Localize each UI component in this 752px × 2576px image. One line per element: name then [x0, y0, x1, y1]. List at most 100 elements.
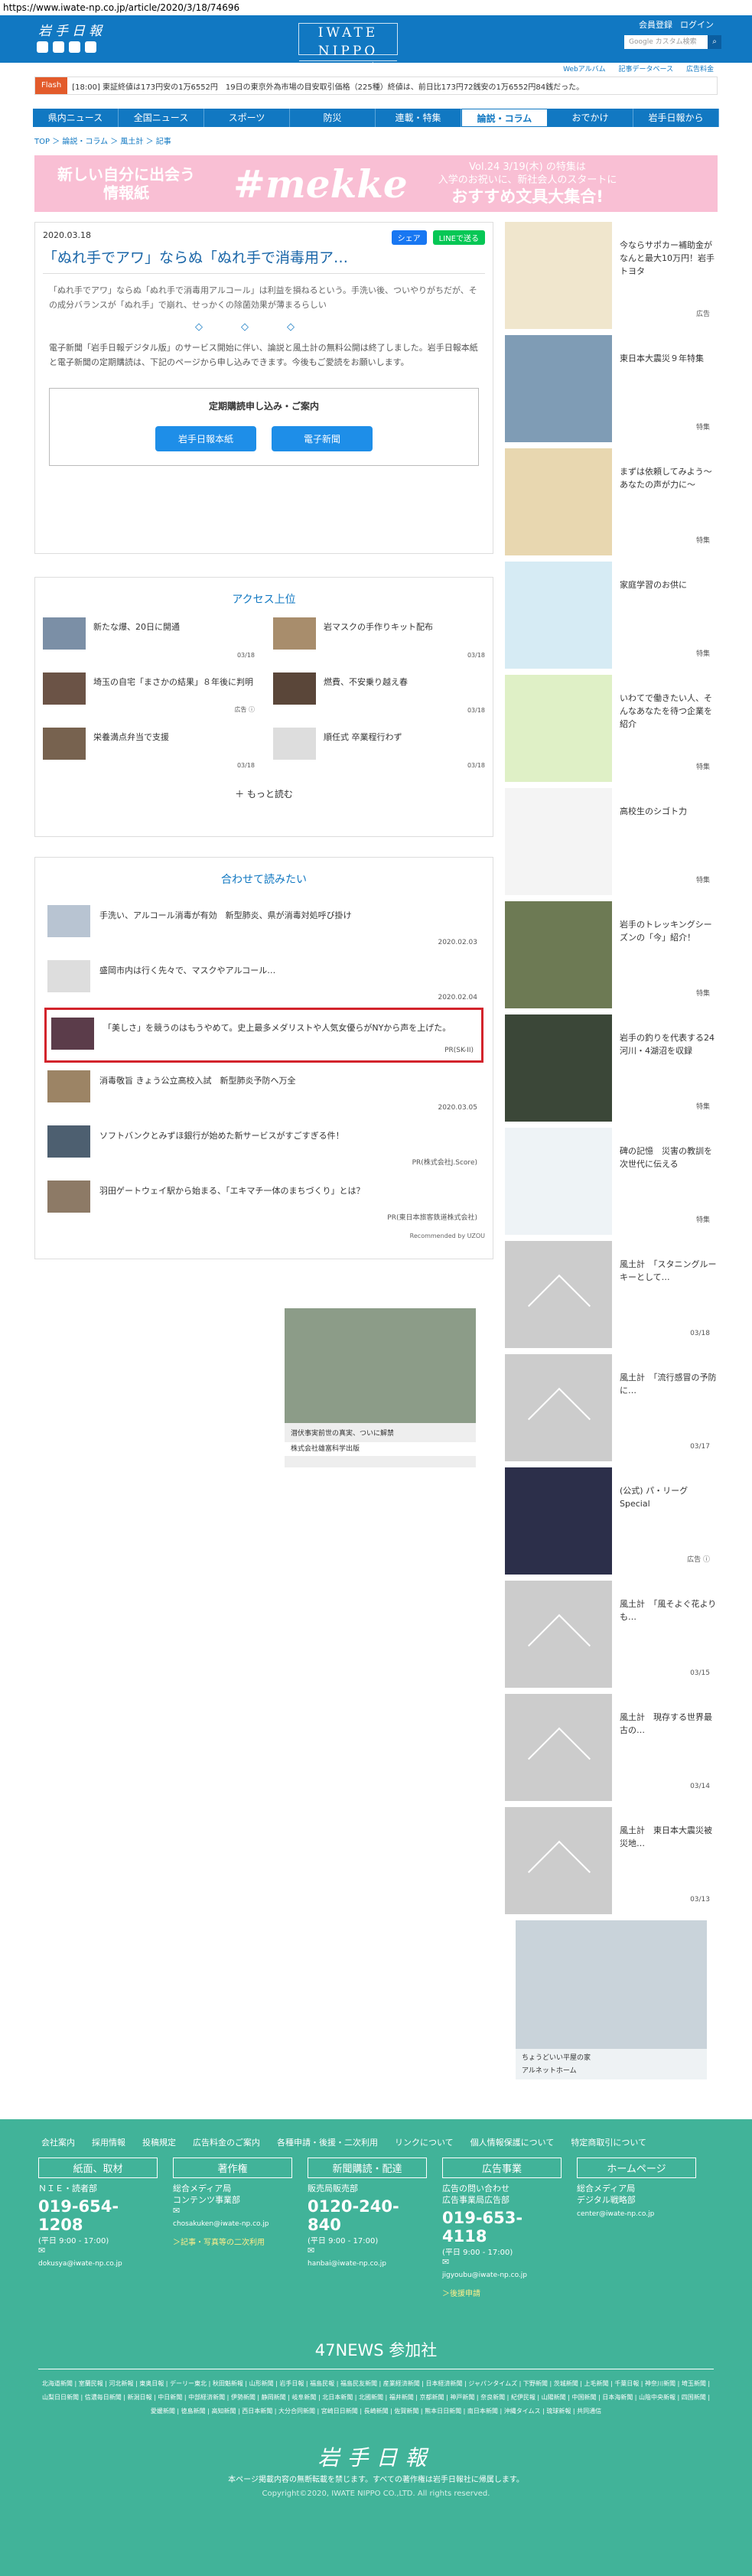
register-link[interactable]: 会員登録	[639, 18, 672, 31]
login-link[interactable]: ログイン	[680, 18, 714, 31]
nav-sports[interactable]: スポーツ	[204, 109, 290, 127]
url-bar[interactable]: https://www.iwate-np.co.jp/article/2020/…	[0, 0, 752, 15]
related-item[interactable]: 手洗い、アルコール消毒が有効 新型肺炎、県が消毒対処呼び掛け 2020.02.03	[43, 897, 485, 953]
twitter-icon[interactable]	[37, 41, 48, 53]
email-address[interactable]: center@iwate-np.co.jp	[577, 2210, 696, 2218]
side-card[interactable]: 碑の記憶 災害の教訓を次世代に伝える 特集	[505, 1128, 719, 1235]
line-icon[interactable]	[69, 41, 80, 53]
footer-link[interactable]: 会社案内	[41, 2136, 75, 2148]
sponsored-item[interactable]: 羽田ゲートウェイ駅から始まる、「エキマチ一体のまちづくり」とは？ PR(東日本旅客…	[43, 1173, 485, 1228]
side-card[interactable]: 風土計 「流行感冒の予防に… 03/17	[505, 1354, 719, 1461]
side-card[interactable]: 風土計 「風そよぐ花よりも… 03/15	[505, 1581, 719, 1688]
side-card[interactable]: 岩手の釣りを代表する24河川・4湖沼を収録 特集	[505, 1014, 719, 1122]
side-card[interactable]: 風土計 「スタニングルーキーとして… 03/18	[505, 1241, 719, 1348]
recommended-by[interactable]: Recommended by UZOU	[43, 1233, 485, 1239]
search-input[interactable]: Google カスタム検索	[624, 35, 712, 49]
access-item[interactable]: 燃費、不安乗り越え春 03/18	[273, 672, 485, 718]
phone-number[interactable]: 019-654-1208	[38, 2197, 158, 2234]
banner-cta: おすすめ文具大集合!	[451, 187, 604, 206]
side-card[interactable]: 高校生のシゴト力 特集	[505, 788, 719, 895]
footer-link[interactable]: 特定商取引について	[571, 2136, 646, 2148]
mail-icon[interactable]: ✉	[442, 2257, 562, 2267]
phone-number[interactable]: 0120-240-840	[308, 2197, 427, 2234]
breadcrumb[interactable]: TOP ＞ 論説・コラム ＞ 風土計 ＞ 記事	[34, 135, 718, 146]
footer-link[interactable]: リンクについて	[395, 2136, 454, 2148]
side-card[interactable]: 風土計 東日本大震災被災地… 03/13	[505, 1807, 719, 1914]
sns-icons	[37, 41, 96, 53]
side-card[interactable]: まずは依頼してみよう～あなたの声が力に～ 特集	[505, 448, 719, 555]
nav-outing[interactable]: おでかけ	[548, 109, 633, 127]
reuse-link[interactable]: ＞記事・写真等の二次利用	[173, 2236, 292, 2247]
banner-brand: #mekke	[233, 161, 408, 207]
email-address[interactable]: chosakuken@iwate-np.co.jp	[173, 2220, 292, 2228]
subnav-database[interactable]: 記事データベース	[619, 66, 674, 73]
line-share-button[interactable]: LINEで送る	[432, 230, 485, 245]
access-item[interactable]: 順任式 卒業程行わず 03/18	[273, 728, 485, 773]
facebook-share-button[interactable]: シェア	[391, 230, 427, 245]
digital-subscribe-button[interactable]: 電子新聞	[272, 426, 373, 451]
more-button[interactable]: ＋ もっと読む	[43, 787, 485, 800]
mekke-banner[interactable]: 新しい自分に出会う 情報紙 #mekke Vol.24 3/19(木) の特集は…	[34, 155, 718, 212]
email-address[interactable]: jigyoubu@iwate-np.co.jp	[442, 2272, 562, 2279]
instagram-icon[interactable]	[85, 41, 96, 53]
mid-ad[interactable]: 潜伏事実前世の真実、ついに解禁 株式会社雄富科学出版	[285, 1308, 476, 1467]
nav-disaster[interactable]: 防災	[290, 109, 376, 127]
mail-icon[interactable]: ✉	[173, 2206, 292, 2216]
search-icon[interactable]: ⌕	[708, 35, 721, 49]
subnav-ad-rates[interactable]: 広告料金	[686, 66, 714, 73]
access-item[interactable]: 埼玉の自宅「まさかの結果」８年後に判明 広告 ⓘ	[43, 672, 255, 718]
phone-number[interactable]: 019-653-4118	[442, 2209, 562, 2245]
side-card[interactable]: いわてで働きたい人、そんなあなたを待つ企業を紹介 特集	[505, 675, 719, 782]
related-item-title: 「美しさ」を競うのはもうやめて。史上最多メダリストや人気女優らがNYから声を上げ…	[103, 1023, 451, 1033]
access-item[interactable]: 栄養満点弁当で支援 03/18	[43, 728, 255, 773]
footer-link[interactable]: 投稿規定	[142, 2136, 176, 2148]
nav-series[interactable]: 連載・特集	[376, 109, 461, 127]
access-item-title: 順任式 卒業程行わず	[324, 732, 402, 742]
subnav-album[interactable]: Webアルバム	[563, 66, 606, 73]
side-card[interactable]: 今ならサポカー補助金がなんと最大10万円！岩手トヨタ 広告	[505, 222, 719, 329]
mail-icon[interactable]: ✉	[38, 2245, 158, 2255]
footer-col-title: 新聞購読・配達	[308, 2158, 427, 2178]
email-address[interactable]: hanbai@iwate-np.co.jp	[308, 2260, 427, 2268]
footer-link[interactable]: 採用情報	[92, 2136, 125, 2148]
access-item-title: 燃費、不安乗り越え春	[324, 677, 408, 687]
side-ad[interactable]: ちょうどいい平屋の家 アルネットホーム	[516, 1920, 707, 2079]
sponsor-link[interactable]: ＞後援申請	[442, 2287, 562, 2298]
card-image	[505, 335, 612, 442]
related-item[interactable]: 盛岡市内は行く先々で、マスクやアルコール… 2020.02.04	[43, 953, 485, 1008]
thumbnail	[273, 617, 316, 650]
side-card[interactable]: 東日本大震災９年特集 特集	[505, 335, 719, 442]
nav-prefecture[interactable]: 県内ニュース	[33, 109, 119, 127]
footer-link[interactable]: 個人情報保護について	[470, 2136, 555, 2148]
nav-national[interactable]: 全国ニュース	[119, 109, 204, 127]
access-item[interactable]: 新たな爆、20日に開通 03/18	[43, 617, 255, 663]
nav-editorial[interactable]: 論説・コラム	[461, 109, 548, 127]
flash-text[interactable]: [18:00] 東証終値は173円安の1万6552円 19日の東京外為市場の目安…	[72, 80, 584, 92]
footer-col-title: 著作権	[173, 2158, 292, 2178]
card-image	[505, 562, 612, 669]
related-item[interactable]: 消毒敬旨 きょう公立高校入試 新型肺炎予防へ万全 2020.03.05	[43, 1063, 485, 1118]
news47-members[interactable]: 北海道新聞 | 室蘭民報 | 河北新報 | 東奥日報 | デーリー東北 | 秋田…	[38, 2377, 714, 2418]
access-item[interactable]: 岩マスクの手作りキット配布 03/18	[273, 617, 485, 663]
nav-from-nippo[interactable]: 岩手日報から	[633, 109, 719, 127]
flash-ticker: Flash [18:00] 東証終値は173円安の1万6552円 19日の東京外…	[34, 77, 718, 95]
ad-sponsor: 株式会社雄富科学出版	[285, 1442, 476, 1456]
site-logo[interactable]: 岩手日報	[38, 20, 106, 39]
footer-link[interactable]: 広告料金のご案内	[193, 2136, 260, 2148]
side-card[interactable]: 家庭学習のお供に 特集	[505, 562, 719, 669]
placeholder-image	[505, 1807, 612, 1914]
sponsored-item[interactable]: 「美しさ」を競うのはもうやめて。史上最多メダリストや人気女優らがNYから声を上げ…	[44, 1008, 483, 1063]
side-card[interactable]: (公式) パ・リーグ Special 広告 ⓘ	[505, 1467, 719, 1575]
email-address[interactable]: dokusya@iwate-np.co.jp	[38, 2260, 158, 2268]
sponsored-item[interactable]: ソフトバンクとみずほ銀行が始めた新サービスがすごすぎる件！ PR(株式会社J.Sc…	[43, 1118, 485, 1173]
card-title: 高校生のシゴト力	[620, 806, 687, 816]
side-card[interactable]: 岩手のトレッキングシーズンの「今」紹介！ 特集	[505, 901, 719, 1008]
footer-link[interactable]: 各種申請・後援・二次利用	[277, 2136, 378, 2148]
banner-right: Vol.24 3/19(木) の特集は 入学のお祝いに、新社会人のスタートに お…	[438, 161, 617, 207]
center-logo[interactable]: IWATE NIPPO 2020.03.18.水	[298, 23, 398, 70]
paper-subscribe-button[interactable]: 岩手日報本紙	[155, 426, 256, 451]
access-item-date: 03/18	[467, 762, 485, 769]
mail-icon[interactable]: ✉	[308, 2245, 427, 2255]
side-card[interactable]: 風土計 現存する世界最古の… 03/14	[505, 1694, 719, 1801]
facebook-icon[interactable]	[53, 41, 64, 53]
